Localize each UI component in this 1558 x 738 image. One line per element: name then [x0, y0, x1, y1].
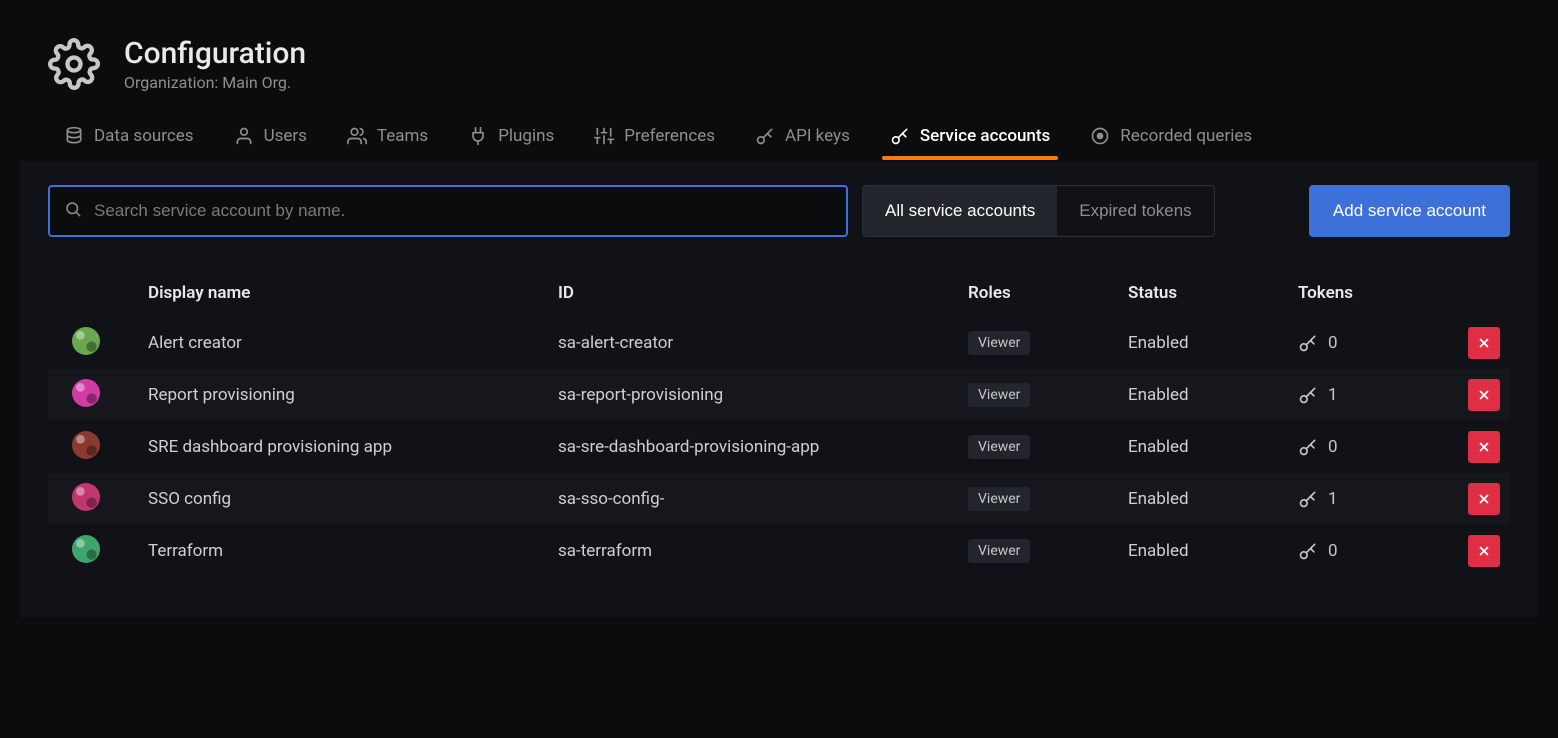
page-subtitle: Organization: Main Org. [124, 73, 306, 92]
role-pill[interactable]: Viewer [968, 539, 1030, 563]
tab-recorded-queries[interactable]: Recorded queries [1090, 116, 1252, 160]
tab-label: Service accounts [920, 126, 1050, 146]
tab-label: Recorded queries [1120, 126, 1252, 146]
config-tabs: Data sources Users Teams Plugins Preferences… [0, 116, 1558, 161]
cell-id: sa-sso-config- [558, 489, 968, 509]
avatar [72, 327, 100, 355]
plug-icon [468, 126, 488, 146]
cell-id: sa-alert-creator [558, 333, 968, 353]
token-count: 1 [1328, 489, 1338, 509]
cell-status: Enabled [1128, 437, 1298, 457]
avatar [72, 379, 100, 407]
toolbar: All service accounts Expired tokens Add … [48, 185, 1510, 237]
cell-display-name: Report provisioning [148, 385, 558, 405]
cell-status: Enabled [1128, 541, 1298, 561]
avatar [72, 535, 100, 563]
key-icon [1298, 541, 1318, 561]
table-row[interactable]: Alert creatorsa-alert-creatorViewer Enabl… [48, 317, 1510, 369]
tab-api-keys[interactable]: API keys [755, 116, 850, 160]
service-accounts-table: Display name ID Roles Status Tokens Aler… [48, 269, 1510, 577]
key-icon [1298, 437, 1318, 457]
tab-teams[interactable]: Teams [347, 116, 428, 160]
cell-tokens: 0 [1298, 333, 1468, 353]
record-icon [1090, 126, 1110, 146]
token-count: 0 [1328, 437, 1338, 457]
cell-status: Enabled [1128, 489, 1298, 509]
token-count: 1 [1328, 385, 1338, 405]
team-icon [347, 126, 367, 146]
token-count: 0 [1328, 333, 1338, 353]
service-accounts-panel: All service accounts Expired tokens Add … [20, 161, 1538, 617]
table-row[interactable]: SSO configsa-sso-config-Viewer Enabled 1 [48, 473, 1510, 525]
key-icon [1298, 333, 1318, 353]
col-roles: Roles [968, 283, 1128, 303]
table-header-row: Display name ID Roles Status Tokens [48, 269, 1510, 317]
gear-icon [48, 38, 100, 90]
filter-segment: All service accounts Expired tokens [862, 185, 1215, 237]
cell-status: Enabled [1128, 333, 1298, 353]
role-pill[interactable]: Viewer [968, 331, 1030, 355]
role-pill[interactable]: Viewer [968, 383, 1030, 407]
cell-display-name: Alert creator [148, 333, 558, 353]
cell-id: sa-terraform [558, 541, 968, 561]
tab-label: API keys [785, 126, 850, 146]
delete-button[interactable] [1468, 327, 1500, 359]
cell-tokens: 1 [1298, 489, 1468, 509]
tab-plugins[interactable]: Plugins [468, 116, 554, 160]
search-wrap [48, 185, 848, 237]
role-pill[interactable]: Viewer [968, 487, 1030, 511]
tab-users[interactable]: Users [234, 116, 307, 160]
cell-display-name: SRE dashboard provisioning app [148, 437, 558, 457]
tab-label: Teams [377, 126, 428, 146]
col-status: Status [1128, 283, 1298, 303]
tab-label: Users [264, 126, 307, 146]
key-icon [1298, 385, 1318, 405]
role-pill[interactable]: Viewer [968, 435, 1030, 459]
cell-id: sa-report-provisioning [558, 385, 968, 405]
cell-id: sa-sre-dashboard-provisioning-app [558, 437, 968, 457]
delete-button[interactable] [1468, 379, 1500, 411]
table-row[interactable]: Terraformsa-terraformViewer Enabled 0 [48, 525, 1510, 577]
sliders-icon [594, 126, 614, 146]
key-icon [1298, 489, 1318, 509]
col-id: ID [558, 283, 968, 303]
cell-tokens: 0 [1298, 437, 1468, 457]
search-icon [64, 200, 82, 222]
key-icon [890, 126, 910, 146]
tab-data-sources[interactable]: Data sources [64, 116, 194, 160]
table-row[interactable]: Report provisioningsa-report-provisionin… [48, 369, 1510, 421]
avatar [72, 483, 100, 511]
delete-button[interactable] [1468, 431, 1500, 463]
delete-button[interactable] [1468, 483, 1500, 515]
cell-display-name: Terraform [148, 541, 558, 561]
tab-label: Plugins [498, 126, 554, 146]
delete-button[interactable] [1468, 535, 1500, 567]
page-header: Configuration Organization: Main Org. [0, 0, 1558, 116]
tab-label: Data sources [94, 126, 194, 146]
add-service-account-button[interactable]: Add service account [1309, 185, 1510, 237]
col-display-name: Display name [148, 283, 558, 303]
tab-service-accounts[interactable]: Service accounts [890, 116, 1050, 160]
key-icon [755, 126, 775, 146]
database-icon [64, 126, 84, 146]
user-icon [234, 126, 254, 146]
cell-display-name: SSO config [148, 489, 558, 509]
filter-expired-button[interactable]: Expired tokens [1057, 186, 1213, 236]
table-row[interactable]: SRE dashboard provisioning appsa-sre-das… [48, 421, 1510, 473]
cell-tokens: 1 [1298, 385, 1468, 405]
col-tokens: Tokens [1298, 283, 1468, 303]
page-title: Configuration [124, 36, 306, 71]
tab-preferences[interactable]: Preferences [594, 116, 715, 160]
token-count: 0 [1328, 541, 1338, 561]
cell-tokens: 0 [1298, 541, 1468, 561]
tab-label: Preferences [624, 126, 715, 146]
filter-all-button[interactable]: All service accounts [863, 186, 1057, 236]
cell-status: Enabled [1128, 385, 1298, 405]
avatar [72, 431, 100, 459]
search-input[interactable] [48, 185, 848, 237]
